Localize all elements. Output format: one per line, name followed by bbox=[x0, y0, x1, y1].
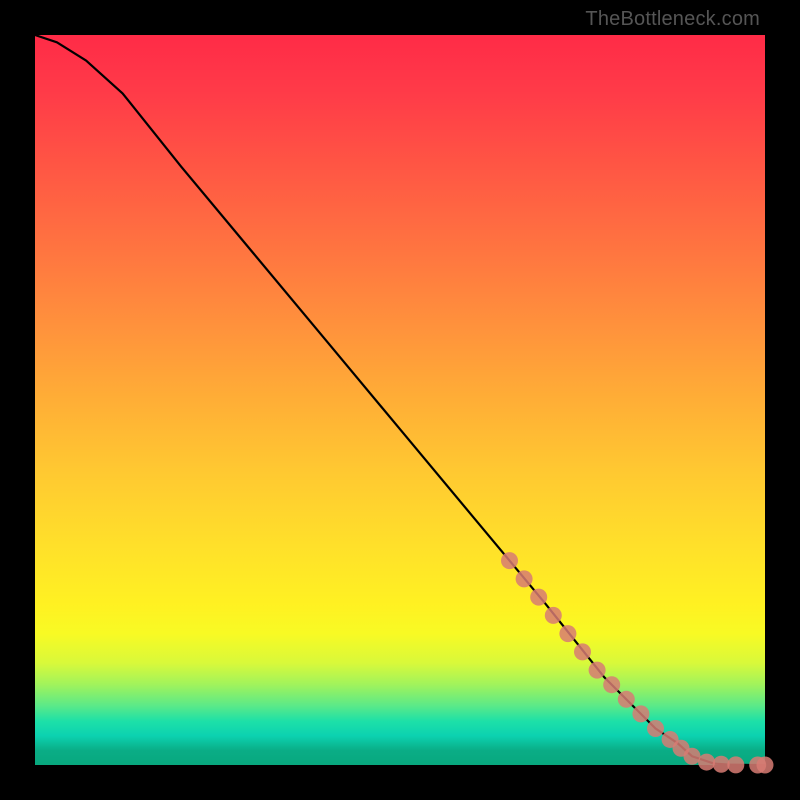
plot-area bbox=[35, 35, 765, 765]
data-marker bbox=[618, 691, 635, 708]
data-marker bbox=[559, 625, 576, 642]
watermark-text: TheBottleneck.com bbox=[585, 8, 760, 31]
data-marker bbox=[713, 756, 730, 773]
data-marker bbox=[698, 754, 715, 771]
data-marker bbox=[684, 748, 701, 765]
data-marker bbox=[647, 720, 664, 737]
data-marker bbox=[501, 552, 518, 569]
data-marker bbox=[530, 589, 547, 606]
data-marker bbox=[757, 757, 774, 774]
data-marker bbox=[632, 705, 649, 722]
data-marker bbox=[574, 643, 591, 660]
data-marker bbox=[603, 676, 620, 693]
data-marker bbox=[589, 662, 606, 679]
data-marker bbox=[545, 607, 562, 624]
data-marker bbox=[516, 570, 533, 587]
data-marker bbox=[727, 756, 744, 773]
chart-svg bbox=[35, 35, 765, 765]
curve-line bbox=[35, 35, 765, 765]
curve-markers bbox=[501, 552, 774, 773]
chart-frame: TheBottleneck.com bbox=[0, 0, 800, 800]
